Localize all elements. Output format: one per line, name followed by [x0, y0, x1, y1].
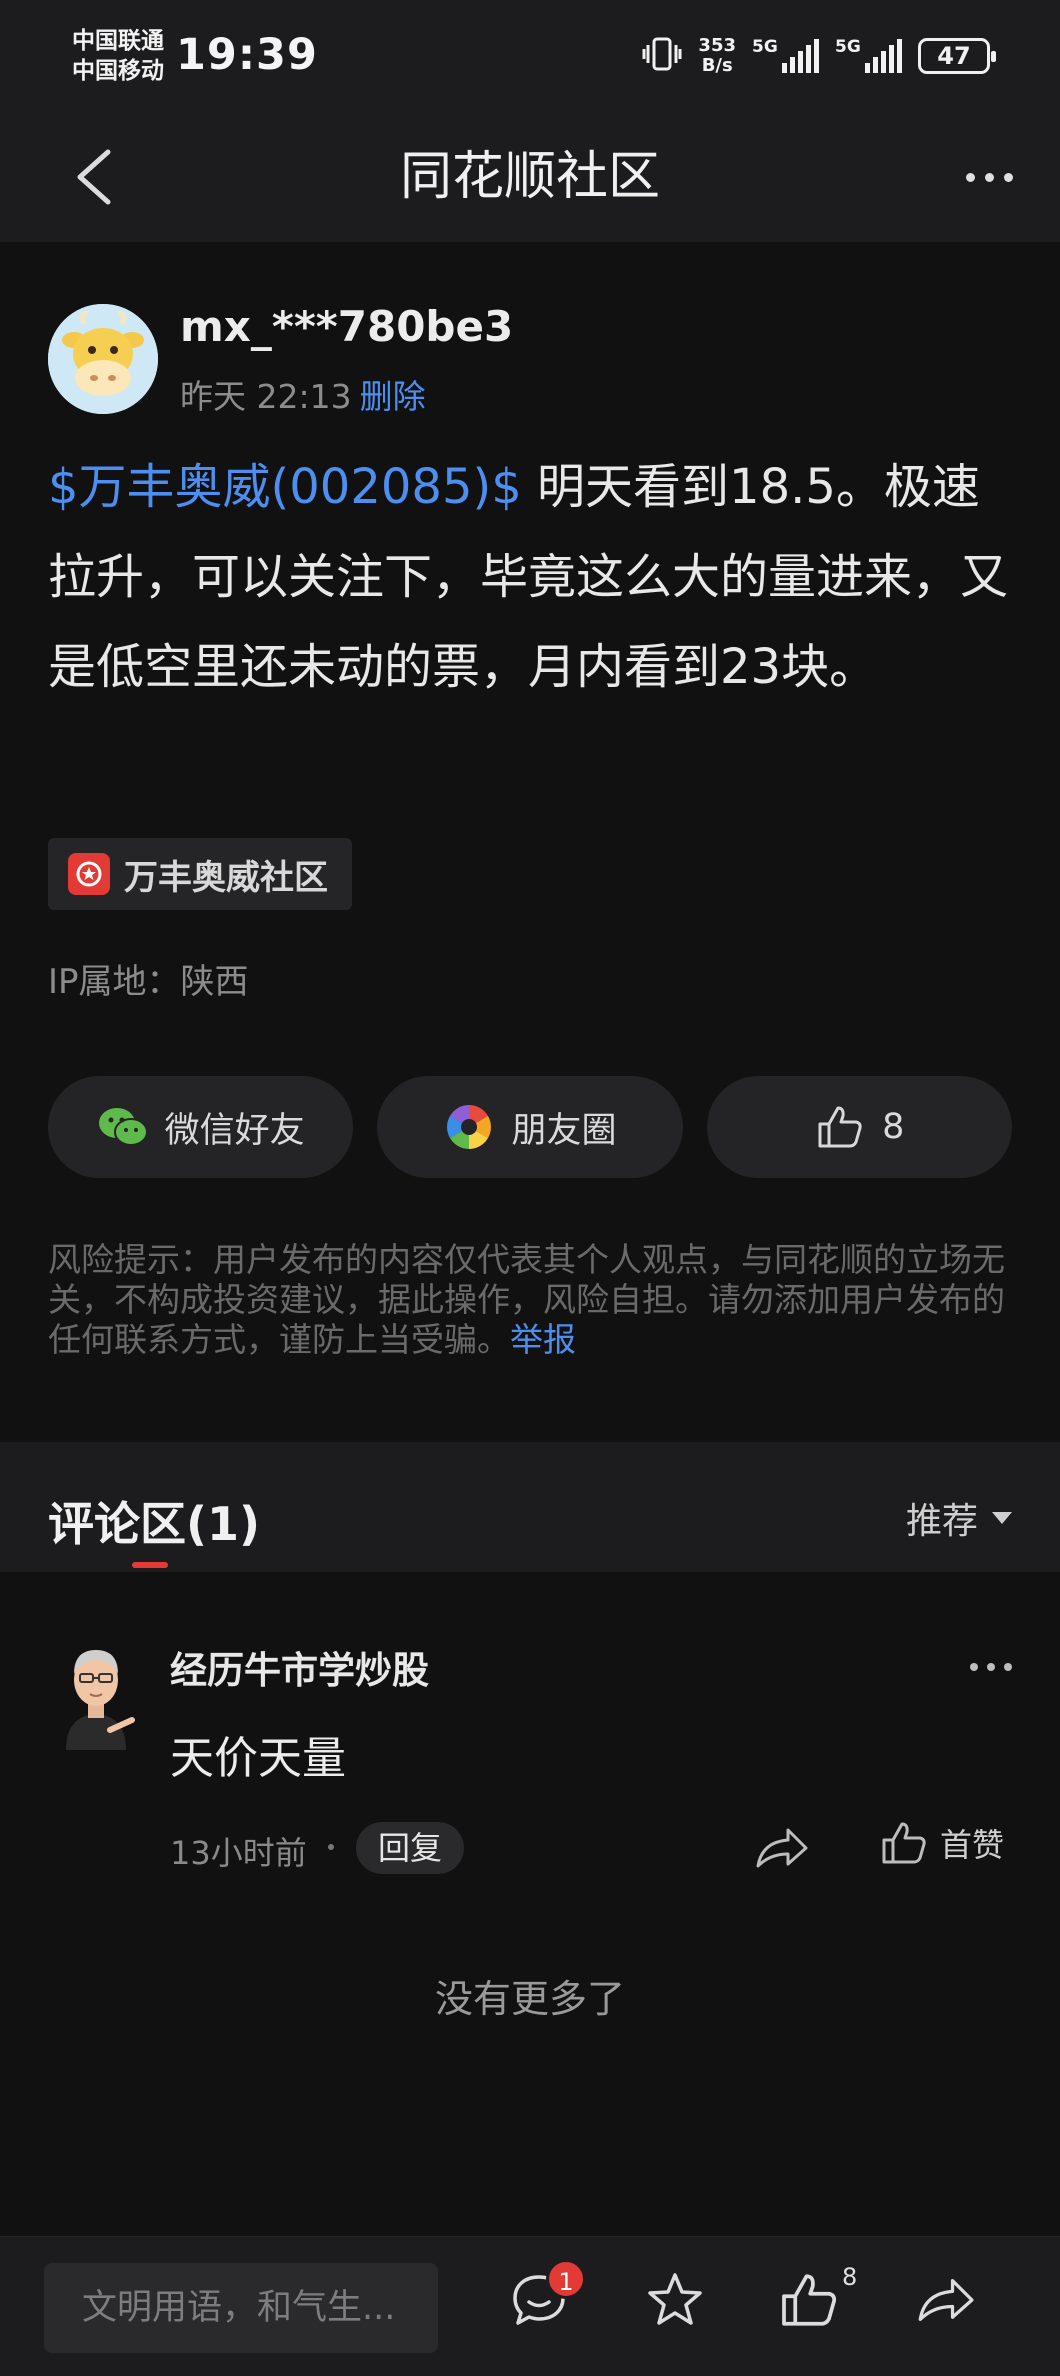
wechat-icon [97, 1101, 149, 1153]
comment-count-badge: 1 [546, 2259, 586, 2299]
risk-notice: 风险提示：用户发布的内容仅代表其个人观点，与同花顺的立场无关，不构成投资建议，据… [48, 1240, 1012, 1360]
comment-section-header: 评论区(1) 推荐 [0, 1442, 1060, 1572]
comment-item: 经历牛市学炒股 天价天量 13小时前 回复 首赞 [0, 1572, 1060, 1892]
comment-like-button[interactable]: 首赞 [880, 1820, 1004, 1866]
ip-location: IP属地：陕西 [48, 962, 249, 1002]
sort-dropdown[interactable]: 推荐 [906, 1492, 1012, 1544]
vibrate-icon [642, 36, 682, 76]
network-speed-unit: B/s [701, 55, 733, 76]
share-row: 微信好友 朋友圈 8 [48, 1076, 1012, 1178]
signal-1-label: 5G [752, 37, 778, 57]
comment-share-button[interactable] [752, 1822, 810, 1874]
post-like-button[interactable]: 8 [706, 1076, 1012, 1178]
star-icon [648, 2273, 702, 2325]
share-moments-label: 朋友圈 [511, 1110, 617, 1151]
post-like-count: 8 [882, 1107, 905, 1147]
share-moments-button[interactable]: 朋友圈 [377, 1076, 683, 1178]
sort-label: 推荐 [905, 1501, 978, 1542]
share-arrow-icon [756, 1828, 808, 1868]
comment-section-title: 评论区(1) [48, 1497, 261, 1551]
page: 中国联通 中国移动 19:39 353 B/s 5G 5G 47 同花顺社区 m… [0, 0, 1060, 2376]
carrier-1: 中国联通 [72, 28, 164, 54]
report-link[interactable]: 举报 [510, 1320, 576, 1359]
no-more-indicator: 没有更多了 [434, 1977, 625, 2021]
bottom-like-count: 8 [842, 2263, 858, 2291]
page-title: 同花顺社区 [399, 147, 660, 207]
status-bar: 中国联通 中国移动 19:39 353 B/s 5G 5G 47 [0, 0, 1060, 118]
memoji-avatar-icon [66, 1650, 135, 1750]
post: mx_***780be3 昨天 22:13 删除 $万丰奥威(002085)$ 明… [0, 242, 1060, 1442]
moments-icon [443, 1101, 495, 1153]
carrier-names: 中国联通 中国移动 [72, 26, 164, 86]
post-content: $万丰奥威(002085)$ 明天看到18.5。极速拉升，可以关注下，毕竟这么大… [48, 442, 1008, 712]
network-speed: 353 B/s [698, 36, 736, 76]
battery-icon: 47 [918, 38, 996, 74]
caret-down-icon [992, 1512, 1012, 1524]
more-options-button[interactable] [954, 160, 1024, 194]
system-icons: 353 B/s 5G 5G 47 [642, 34, 996, 78]
bottom-action-bar: 文明用语，和气生... 1 8 [0, 2236, 1060, 2376]
active-tab-indicator [132, 1562, 168, 1568]
cow-avatar-icon [48, 304, 158, 414]
comment-time: 13小时前 [170, 1834, 307, 1872]
signal-2-label: 5G [835, 37, 861, 57]
reply-button[interactable]: 回复 [356, 1822, 465, 1874]
comment-text: 天价天量 [170, 1733, 346, 1784]
post-time: 昨天 22:13 [180, 377, 352, 416]
commenter-name[interactable]: 经历牛市学炒股 [170, 1640, 429, 1694]
signal-icon-2: 5G [835, 37, 902, 73]
bottom-share-button[interactable] [912, 2267, 978, 2333]
community-tag[interactable]: 万丰奥威社区 [48, 838, 352, 910]
thumbs-up-icon [814, 1101, 866, 1153]
comment-more-button[interactable] [956, 1652, 1026, 1682]
share-arrow-icon [918, 2279, 974, 2321]
nav-bar: 同花顺社区 [0, 118, 1060, 242]
network-speed-value: 353 [698, 35, 736, 56]
comment-input[interactable]: 文明用语，和气生... [44, 2263, 438, 2353]
thumbs-up-icon [882, 1822, 926, 1864]
bottom-like-button[interactable] [776, 2267, 842, 2333]
community-logo-icon [68, 853, 110, 895]
share-wechat-button[interactable]: 微信好友 [48, 1076, 354, 1178]
post-meta: 昨天 22:13 删除 [180, 370, 426, 418]
stock-link[interactable]: $万丰奥威(002085)$ [48, 459, 522, 515]
comment-like-label: 首赞 [940, 1826, 1005, 1864]
community-tag-label: 万丰奥威社区 [124, 857, 328, 898]
thumbs-up-icon [782, 2274, 837, 2326]
author-username[interactable]: mx_***780be3 [180, 302, 513, 351]
signal-icon-1: 5G [752, 37, 819, 73]
author-avatar[interactable] [48, 304, 158, 414]
commenter-avatar[interactable] [52, 1630, 140, 1750]
delete-button[interactable]: 删除 [360, 377, 426, 416]
share-wechat-label: 微信好友 [164, 1110, 305, 1151]
status-clock: 19:39 [176, 30, 318, 80]
favorite-button[interactable] [642, 2267, 708, 2333]
separator-dot [328, 1844, 334, 1850]
carrier-2: 中国移动 [72, 58, 164, 84]
